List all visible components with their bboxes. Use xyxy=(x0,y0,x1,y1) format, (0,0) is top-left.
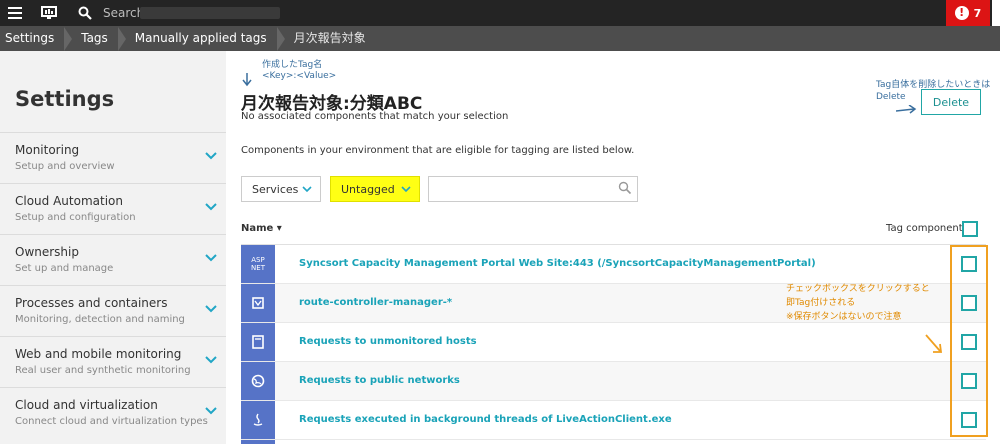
sidebar-item-subtitle: Setup and overview xyxy=(15,161,115,172)
chevron-down-icon xyxy=(401,186,411,193)
sidebar-item-title: Cloud and virtualization xyxy=(15,398,158,412)
java-service-icon xyxy=(241,401,275,439)
breadcrumb-separator xyxy=(64,26,73,51)
annotation-delete-word: Delete xyxy=(876,92,906,102)
sidebar-item-processes-and-containers[interactable]: Processes and containers Monitoring, det… xyxy=(0,285,226,336)
sidebar-item-cloud-and-virtualization[interactable]: Cloud and virtualization Connect cloud a… xyxy=(0,387,226,438)
kubernetes-service-icon xyxy=(241,284,275,322)
chevron-down-icon xyxy=(302,186,312,193)
sidebar-item-subtitle: Set up and manage xyxy=(15,263,114,274)
sidebar-title: Settings xyxy=(15,87,115,111)
breadcrumb-current-tag: 月次報告対象 xyxy=(293,31,366,45)
sidebar-item-ownership[interactable]: Ownership Set up and manage xyxy=(0,234,226,285)
breadcrumb-separator xyxy=(276,26,285,51)
tag-status-select[interactable]: Untagged xyxy=(330,176,420,202)
alert-count: 7 xyxy=(973,6,982,20)
menu-icon[interactable] xyxy=(6,0,24,26)
table-row[interactable]: Requests to public networks xyxy=(241,362,986,401)
alert-icon: ! xyxy=(954,6,969,20)
row-link[interactable]: Requests to public networks xyxy=(299,375,460,386)
annotation-created-tag-name: 作成したTag名 xyxy=(262,60,323,70)
table-row[interactable]: ASP NET Syncsort Capacity Management Port… xyxy=(241,245,986,284)
dashboard-icon[interactable] xyxy=(38,0,60,26)
redacted-text xyxy=(140,7,280,19)
sidebar-item-cloud-automation[interactable]: Cloud Automation Setup and configuration xyxy=(0,183,226,234)
row-link[interactable]: Requests executed in background threads … xyxy=(299,414,672,425)
next-row-icon xyxy=(241,440,275,444)
eligible-components-text: Components in your environment that are … xyxy=(241,145,635,156)
annotation-key-value: <Key>:<Value> xyxy=(262,71,337,81)
sidebar-item-subtitle: Real user and synthetic monitoring xyxy=(15,365,191,376)
column-header-name[interactable]: Name ▾ xyxy=(241,223,282,234)
tag-detail-panel: 作成したTag名 <Key>:<Value> 月次報告対象:分類ABC No a… xyxy=(226,51,1000,444)
chevron-down-icon xyxy=(205,152,217,160)
row-link[interactable]: Syncsort Capacity Management Portal Web … xyxy=(299,258,816,269)
sidebar-item-title: Web and mobile monitoring xyxy=(15,347,182,361)
delete-tag-button[interactable]: Delete xyxy=(921,89,981,115)
filter-input[interactable] xyxy=(428,176,638,202)
no-associated-message: No associated components that match your… xyxy=(241,111,509,122)
tag-status-select-value: Untagged xyxy=(341,182,395,196)
annotation-checkbox-line1: チェックボックスをクリックすると xyxy=(786,284,930,294)
chevron-down-icon xyxy=(205,203,217,211)
tag-all-checkbox[interactable] xyxy=(962,221,978,237)
row-link[interactable]: route-controller-manager-* xyxy=(299,297,452,308)
sidebar-item-web-and-mobile-monitoring[interactable]: Web and mobile monitoring Real user and … xyxy=(0,336,226,387)
sidebar-item-title: Cloud Automation xyxy=(15,194,123,208)
column-header-tag-component: Tag component xyxy=(886,223,963,234)
settings-sidebar: Settings Monitoring Setup and overview C… xyxy=(0,51,226,444)
sidebar-item-subtitle: Connect cloud and virtualization types xyxy=(15,416,208,427)
search-input[interactable]: Search xyxy=(103,0,144,26)
user-menu-tab[interactable] xyxy=(992,0,1000,26)
breadcrumb-tags[interactable]: Tags xyxy=(76,26,118,51)
breadcrumb: Settings Tags Manually applied tags 月次報告… xyxy=(0,26,1000,51)
problems-alert-button[interactable]: ! 7 xyxy=(946,0,990,26)
search-icon xyxy=(618,181,632,195)
entity-type-select-value: Services xyxy=(252,182,299,196)
entity-type-select[interactable]: Services xyxy=(241,176,321,202)
chevron-down-icon xyxy=(205,254,217,262)
sidebar-item-subtitle: Setup and configuration xyxy=(15,212,136,223)
sidebar-item-title: Monitoring xyxy=(15,143,80,157)
annotation-arrow-right-icon xyxy=(896,105,917,114)
sidebar-item-subtitle: Monitoring, detection and naming xyxy=(15,314,185,325)
chevron-down-icon xyxy=(205,356,217,364)
top-bar: Search ! 7 xyxy=(0,0,1000,26)
breadcrumb-separator xyxy=(117,26,126,51)
breadcrumb-manually-applied-tags[interactable]: Manually applied tags xyxy=(130,26,277,51)
sidebar-item-title: Ownership xyxy=(15,245,79,259)
row-link[interactable]: Requests to unmonitored hosts xyxy=(299,336,477,347)
annotation-arrow-icon xyxy=(925,334,943,353)
aspnet-service-icon: ASP NET xyxy=(241,245,275,283)
breadcrumb-settings[interactable]: Settings xyxy=(0,26,64,51)
annotation-highlight-box xyxy=(950,245,988,437)
host-service-icon xyxy=(241,323,275,361)
sidebar-item-monitoring[interactable]: Monitoring Setup and overview xyxy=(0,132,226,183)
annotation-checkbox-line3: ※保存ボタンはないので注意 xyxy=(786,312,902,322)
annotation-arrow-down-icon xyxy=(242,73,252,87)
table-row[interactable]: Requests executed in background threads … xyxy=(241,401,986,440)
search-icon[interactable] xyxy=(76,0,94,26)
table-row[interactable]: Requests to unmonitored hosts xyxy=(241,323,986,362)
chevron-down-icon xyxy=(205,407,217,415)
annotation-checkbox-line2: 即Tag付けされる xyxy=(786,298,856,308)
globe-icon xyxy=(241,362,275,400)
sidebar-item-title: Processes and containers xyxy=(15,296,168,310)
chevron-down-icon xyxy=(205,305,217,313)
